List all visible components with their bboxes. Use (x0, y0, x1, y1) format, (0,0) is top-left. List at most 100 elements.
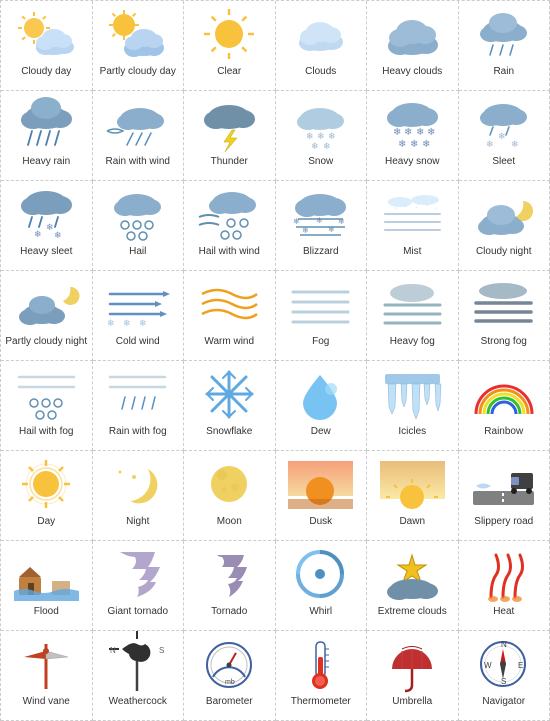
weather-icon-barometer: mb (194, 637, 264, 692)
weather-icon-navigator: N S W E (469, 637, 539, 692)
weather-label-hail: Hail (129, 245, 146, 258)
weather-icon-giant-tornado (103, 547, 173, 602)
weather-cell-cold-wind: ❄❄❄ Cold wind (93, 271, 185, 361)
weather-icon-cloudy-night (469, 187, 539, 242)
weather-cell-flood: Flood (1, 541, 93, 631)
weather-cell-dawn: Dawn (367, 451, 459, 541)
weather-icon-strong-fog (469, 277, 539, 332)
weather-label-fog: Fog (312, 335, 329, 348)
svg-text:❄: ❄ (302, 226, 309, 235)
svg-text:mb: mb (225, 679, 235, 686)
svg-text:❄: ❄ (410, 139, 418, 150)
weather-cell-rainbow: Rainbow (459, 361, 550, 451)
weather-label-thermometer: Thermometer (291, 695, 351, 708)
weather-cell-cloudy-day: Cloudy day (1, 1, 93, 91)
weather-label-night: Night (126, 515, 149, 528)
weather-cell-strong-fog: Strong fog (459, 271, 550, 361)
weather-label-flood: Flood (34, 605, 59, 618)
weather-label-day: Day (37, 515, 55, 528)
weather-label-icicles: Icicles (398, 425, 426, 438)
weather-cell-icicles: Icicles (367, 361, 459, 451)
svg-text:❄: ❄ (323, 141, 331, 151)
svg-text:❄: ❄ (316, 216, 323, 225)
weather-icon-rain-with-fog (103, 367, 173, 422)
svg-text:❄: ❄ (34, 229, 42, 239)
weather-label-strong-fog: Strong fog (481, 335, 527, 348)
svg-text:❄: ❄ (404, 127, 412, 138)
weather-cell-blizzard: ❄❄❄ ❄❄ Blizzard (276, 181, 368, 271)
weather-icon-blizzard: ❄❄❄ ❄❄ (286, 187, 356, 242)
weather-cell-navigator: N S W E Navigator (459, 631, 550, 721)
weather-cell-rain: Rain (459, 1, 550, 91)
weather-icon-rainbow (469, 367, 539, 422)
weather-label-giant-tornado: Giant tornado (107, 605, 168, 618)
weather-label-blizzard: Blizzard (303, 245, 339, 258)
weather-icon-cold-wind: ❄ ❄ ❄ (103, 277, 173, 332)
svg-text:❄: ❄ (46, 222, 54, 232)
weather-label-dawn: Dawn (399, 515, 425, 528)
svg-text:❄: ❄ (393, 127, 401, 138)
weather-icon-heavy-clouds (377, 7, 447, 62)
svg-text:❄: ❄ (422, 139, 430, 150)
weather-icon-hail (103, 187, 173, 242)
weather-icon-rain (469, 7, 539, 62)
weather-cell-day: Day (1, 451, 93, 541)
weather-cell-hail: Hail (93, 181, 185, 271)
weather-icon-thermometer (286, 637, 356, 692)
svg-text:❄: ❄ (107, 318, 115, 328)
weather-cell-sleet: ❄❄❄ Sleet (459, 91, 550, 181)
svg-text:❄: ❄ (328, 225, 335, 234)
weather-label-clear: Clear (217, 65, 241, 78)
weather-label-heavy-fog: Heavy fog (390, 335, 435, 348)
weather-cell-dusk: Dusk (276, 451, 368, 541)
svg-text:❄: ❄ (123, 318, 131, 328)
weather-cell-umbrella: Umbrella (367, 631, 459, 721)
weather-label-heavy-snow: Heavy snow (385, 155, 439, 168)
weather-cell-giant-tornado: Giant tornado (93, 541, 185, 631)
svg-text:·: · (415, 204, 417, 211)
weather-icon-rain-with-wind (103, 97, 173, 152)
weather-label-barometer: Barometer (206, 695, 253, 708)
svg-text:❄: ❄ (293, 217, 300, 226)
weather-label-slippery-road: Slippery road (474, 515, 533, 528)
weather-icon-hail-with-wind (194, 187, 264, 242)
svg-text:S: S (159, 646, 164, 655)
weather-cell-hail-with-wind: Hail with wind (184, 181, 276, 271)
weather-label-warm-wind: Warm wind (204, 335, 254, 348)
weather-label-thunder: Thunder (211, 155, 248, 168)
weather-cell-heavy-clouds: Heavy clouds (367, 1, 459, 91)
weather-label-snow: Snow (308, 155, 333, 168)
weather-icon-icicles (377, 367, 447, 422)
weather-label-dusk: Dusk (309, 515, 332, 528)
weather-cell-clouds: Clouds (276, 1, 368, 91)
weather-label-umbrella: Umbrella (392, 695, 432, 708)
weather-cell-heat: Heat (459, 541, 550, 631)
weather-label-moon: Moon (217, 515, 242, 528)
svg-text:❄: ❄ (511, 139, 519, 149)
weather-icon-umbrella (377, 637, 447, 692)
weather-label-whirl: Whirl (309, 605, 332, 618)
weather-label-cloudy-night: Cloudy night (476, 245, 532, 258)
weather-label-sleet: Sleet (492, 155, 515, 168)
weather-label-wind-vane: Wind vane (23, 695, 70, 708)
svg-text:·: · (426, 202, 428, 209)
svg-text:S: S (501, 677, 506, 686)
weather-cell-mist: ··· ·· Mist (367, 181, 459, 271)
weather-icon-partly-cloudy-night (11, 277, 81, 332)
svg-text:❄: ❄ (139, 318, 147, 328)
svg-text:❄: ❄ (54, 230, 62, 240)
weather-label-clouds: Clouds (305, 65, 336, 78)
weather-icon-snow: ❄❄❄ ❄❄ (286, 97, 356, 152)
weather-cell-cloudy-night: Cloudy night (459, 181, 550, 271)
svg-text:N: N (110, 646, 116, 655)
svg-text:❄: ❄ (427, 127, 435, 138)
weather-icon-night (103, 457, 173, 512)
svg-text:❄: ❄ (328, 131, 336, 141)
weather-icon-day (11, 457, 81, 512)
weather-label-rain-with-fog: Rain with fog (109, 425, 167, 438)
weather-label-heavy-sleet: Heavy sleet (20, 245, 72, 258)
weather-icon-snowflake (194, 367, 264, 422)
weather-label-hail-with-wind: Hail with wind (199, 245, 260, 258)
weather-icon-heavy-snow: ❄❄❄❄ ❄❄❄ (377, 97, 447, 152)
weather-icon-clear (194, 7, 264, 62)
